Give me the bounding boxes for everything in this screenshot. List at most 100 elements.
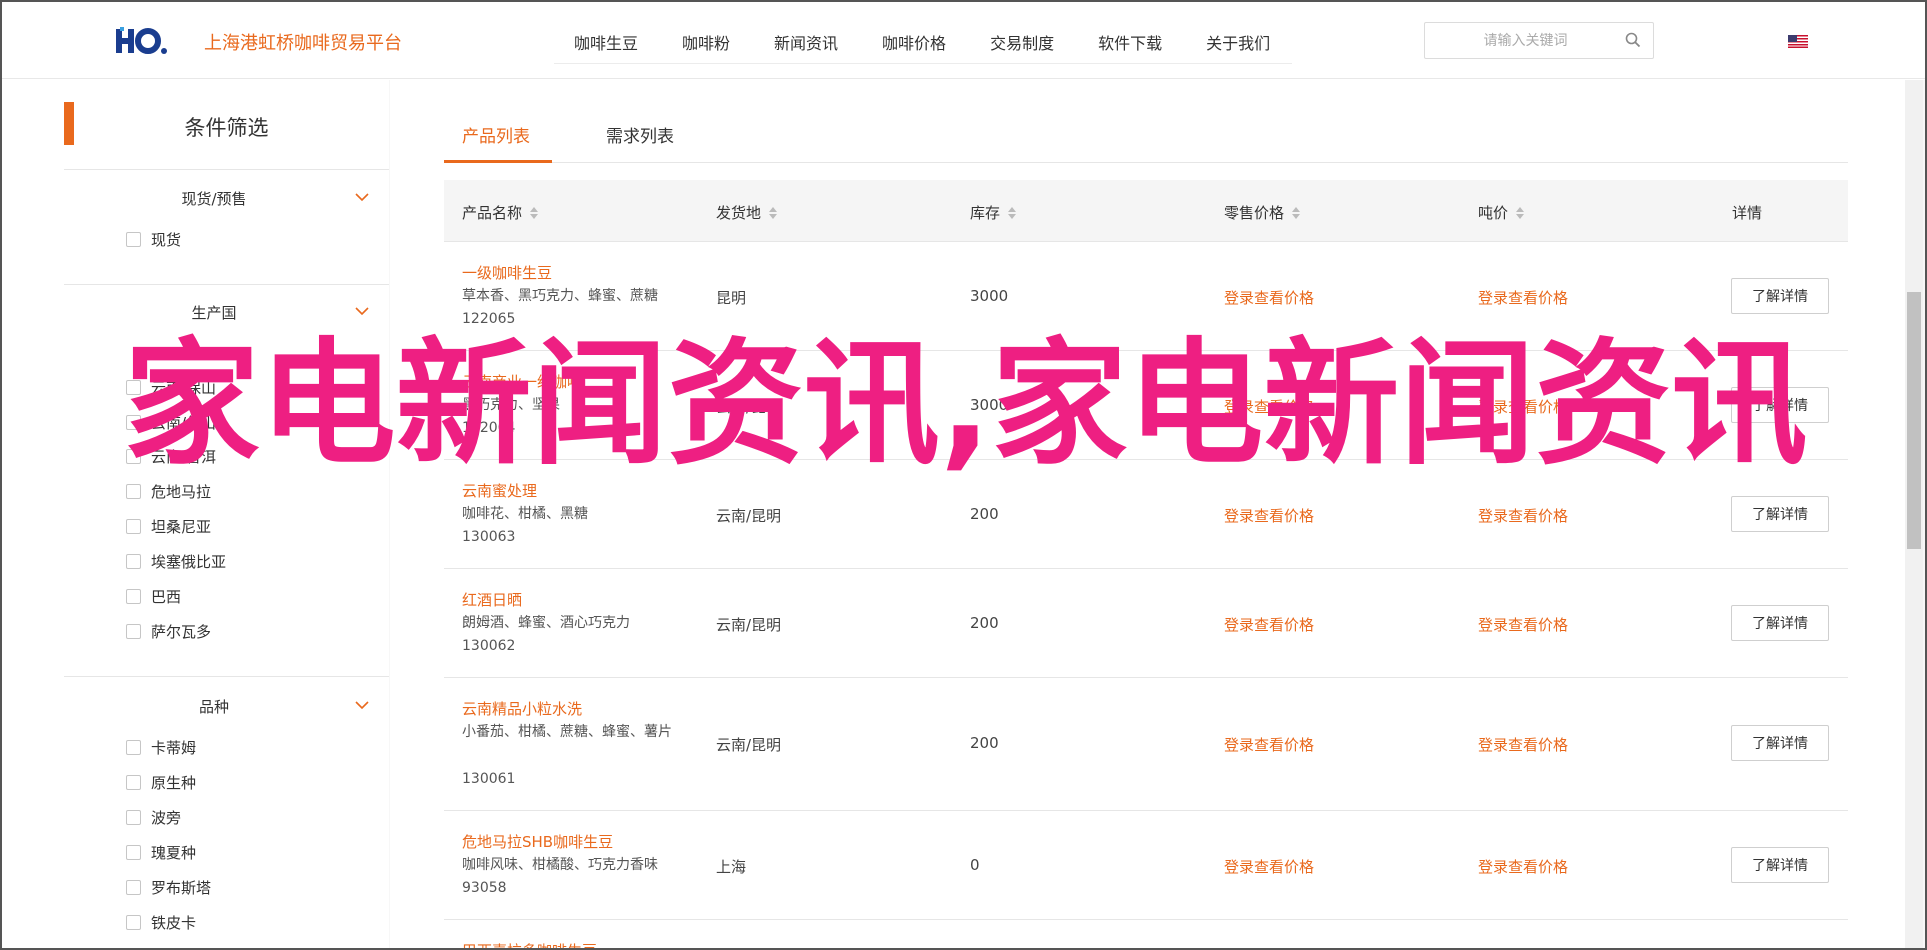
tab-demands[interactable]: 需求列表: [606, 122, 674, 147]
product-description: 咖啡花、柑橘、黑糖: [462, 506, 588, 522]
filter-option[interactable]: 云南/普洱: [126, 445, 216, 467]
ton-price-link[interactable]: 登录查看价格: [1478, 396, 1568, 417]
details-button[interactable]: 了解详情: [1731, 605, 1829, 641]
tab-products[interactable]: 产品列表: [462, 122, 530, 147]
checkbox[interactable]: [126, 809, 141, 825]
nav-item-downloads[interactable]: 软件下载: [1098, 24, 1162, 63]
product-name-link[interactable]: 云南精品小粒水洗: [462, 698, 582, 719]
checkbox[interactable]: [126, 231, 141, 247]
retail-price-link[interactable]: 登录查看价格: [1224, 505, 1314, 526]
nav-item-green-beans[interactable]: 咖啡生豆: [574, 24, 638, 63]
details-button[interactable]: 了解详情: [1731, 387, 1829, 423]
nav-item-news[interactable]: 新闻资讯: [774, 24, 838, 63]
chevron-down-icon[interactable]: [354, 303, 370, 319]
checkbox[interactable]: [126, 379, 141, 395]
product-id: 130061: [462, 771, 516, 787]
vertical-scrollbar[interactable]: [1905, 80, 1923, 948]
checkbox[interactable]: [126, 774, 141, 790]
filter-option[interactable]: 罗布斯塔: [126, 876, 211, 898]
filter-option[interactable]: 铁皮卡: [126, 911, 196, 933]
search-icon[interactable]: [1625, 32, 1641, 48]
filter-option[interactable]: 危地马拉: [126, 480, 211, 502]
logo-icon: [116, 27, 167, 54]
ton-price-link[interactable]: 登录查看价格: [1478, 856, 1568, 877]
filter-option[interactable]: 坦桑尼亚: [126, 515, 211, 537]
filter-group-title-variety[interactable]: 品种: [64, 696, 364, 717]
filter-group-variety: [64, 677, 389, 948]
origin-cell: 云南/昆明: [716, 736, 782, 754]
checkbox[interactable]: [126, 448, 141, 464]
main-content: 产品列表 需求列表 产品名称 发货地 库存 零售价格 吨价 详情 一级咖啡生豆 …: [390, 80, 1910, 948]
details-button[interactable]: 了解详情: [1731, 278, 1829, 314]
details-button[interactable]: 了解详情: [1731, 496, 1829, 532]
nav-item-coffee-powder[interactable]: 咖啡粉: [682, 24, 730, 63]
checkbox[interactable]: [126, 553, 141, 569]
filter-option[interactable]: 现货: [126, 228, 181, 250]
site-logo[interactable]: [114, 23, 174, 59]
checkbox[interactable]: [126, 518, 141, 534]
nav-item-prices[interactable]: 咖啡价格: [882, 24, 946, 63]
filter-group-title-stock[interactable]: 现货/预售: [64, 188, 364, 209]
checkbox[interactable]: [126, 879, 141, 895]
retail-price-link[interactable]: 登录查看价格: [1224, 856, 1314, 877]
filter-option[interactable]: 原生种: [126, 771, 196, 793]
stock-cell: 3000: [970, 396, 1009, 414]
ton-price-link[interactable]: 登录查看价格: [1478, 505, 1568, 526]
filter-option[interactable]: 萨尔瓦多: [126, 620, 211, 642]
checkbox[interactable]: [126, 414, 141, 430]
filter-option[interactable]: 卡蒂姆: [126, 736, 196, 758]
product-id: 122064: [462, 420, 516, 436]
checkbox[interactable]: [126, 623, 141, 639]
sort-icon[interactable]: [530, 206, 539, 219]
us-flag-icon[interactable]: [1788, 35, 1808, 48]
retail-price-link[interactable]: 登录查看价格: [1224, 614, 1314, 635]
retail-price-link[interactable]: 登录查看价格: [1224, 734, 1314, 755]
header-ton-price[interactable]: 吨价: [1478, 202, 1525, 223]
search-input[interactable]: [1433, 29, 1618, 53]
product-name-link[interactable]: 红酒日晒: [462, 589, 522, 610]
chevron-down-icon[interactable]: [354, 697, 370, 713]
scrollbar-thumb[interactable]: [1907, 292, 1921, 549]
checkbox[interactable]: [126, 588, 141, 604]
checkbox[interactable]: [126, 739, 141, 755]
details-button[interactable]: 了解详情: [1731, 725, 1829, 761]
filter-option[interactable]: 云南/保山: [126, 411, 216, 433]
site-title[interactable]: 上海港虹桥咖啡贸易平台: [204, 29, 402, 55]
filter-header: 条件筛选: [64, 80, 389, 170]
checkbox[interactable]: [126, 483, 141, 499]
sort-icon[interactable]: [1516, 206, 1525, 219]
product-id: 122065: [462, 311, 516, 327]
sort-icon[interactable]: [769, 206, 778, 219]
ton-price-link[interactable]: 登录查看价格: [1478, 734, 1568, 755]
product-name-link[interactable]: 巴西喜拉多咖啡生豆: [462, 940, 597, 948]
ton-price-link[interactable]: 登录查看价格: [1478, 614, 1568, 635]
sort-icon[interactable]: [1292, 206, 1301, 219]
filter-option[interactable]: 瑰夏种: [126, 841, 196, 863]
nav-item-trading-rules[interactable]: 交易制度: [990, 24, 1054, 63]
header-product-name[interactable]: 产品名称: [462, 202, 539, 223]
product-name-link[interactable]: 云南商业一级咖啡: [462, 371, 582, 392]
nav-item-about[interactable]: 关于我们: [1206, 24, 1270, 63]
header-retail-price[interactable]: 零售价格: [1224, 202, 1301, 223]
checkbox[interactable]: [126, 844, 141, 860]
details-button[interactable]: 了解详情: [1731, 847, 1829, 883]
checkbox[interactable]: [126, 914, 141, 930]
sort-icon[interactable]: [1008, 206, 1017, 219]
product-id: 130063: [462, 529, 516, 545]
ton-price-link[interactable]: 登录查看价格: [1478, 287, 1568, 308]
filter-option[interactable]: 云南/保山: [126, 376, 216, 398]
product-name-link[interactable]: 一级咖啡生豆: [462, 262, 552, 283]
header-stock[interactable]: 库存: [970, 202, 1017, 223]
product-name-link[interactable]: 云南蜜处理: [462, 480, 537, 501]
header-origin[interactable]: 发货地: [716, 202, 778, 223]
filter-option[interactable]: 波旁: [126, 806, 181, 828]
filter-group-title-origin[interactable]: 生产国: [64, 302, 364, 323]
origin-cell: 云南/昆明: [716, 616, 782, 634]
retail-price-link[interactable]: 登录查看价格: [1224, 287, 1314, 308]
stock-cell: 200: [970, 614, 999, 632]
filter-option[interactable]: 埃塞俄比亚: [126, 550, 226, 572]
filter-option[interactable]: 巴西: [126, 585, 181, 607]
product-name-link[interactable]: 危地马拉SHB咖啡生豆: [462, 831, 613, 852]
chevron-down-icon[interactable]: [354, 189, 370, 205]
retail-price-link[interactable]: 登录查看价格: [1224, 396, 1314, 417]
